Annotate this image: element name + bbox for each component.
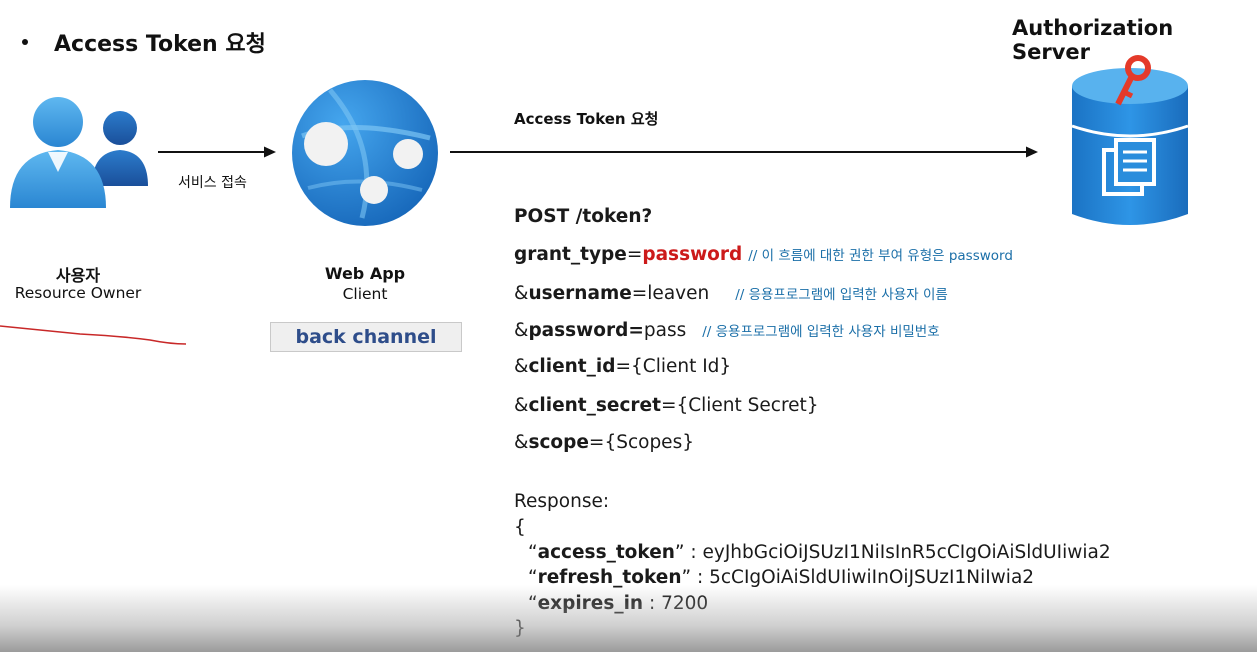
arrow-client-to-server <box>450 146 1038 158</box>
ampersand: & <box>514 356 529 377</box>
request-line-username: &username=leaven // 응용프로그램에 입력한 사용자 이름 <box>514 283 948 304</box>
param-key: client_id <box>528 356 616 377</box>
bullet-point <box>22 39 28 45</box>
slide-title-text: Access Token 요청 <box>54 32 266 57</box>
client-label-role: Client <box>342 285 388 303</box>
user-label-en: Resource Owner <box>14 284 142 302</box>
param-value: {Scopes} <box>604 432 694 453</box>
red-underline-annotation <box>0 325 187 345</box>
ampersand: & <box>514 432 529 453</box>
param-value: leaven <box>647 283 710 304</box>
post-endpoint: POST /token? <box>514 206 653 227</box>
web-app-globe-icon <box>292 80 438 226</box>
database-key-document-icon <box>1071 55 1189 225</box>
comment: // 이 흐름에 대한 권한 부여 유형은 password <box>748 248 1013 264</box>
request-line-scope: &scope={Scopes} <box>514 432 694 453</box>
param-key: username <box>528 283 632 304</box>
param-key: client_secret <box>528 395 661 416</box>
request-line-client-id: &client_id={Client Id} <box>514 356 731 377</box>
equals-sign: = <box>626 244 643 265</box>
request-line-password: &password=pass // 응용프로그램에 입력한 사용자 비밀번호 <box>514 320 940 341</box>
param-key: scope <box>528 432 589 453</box>
request-line-client-secret: &client_secret={Client Secret} <box>514 395 819 416</box>
bottom-shadow-overlay <box>0 585 1257 652</box>
request-line-grant-type: grant_type=password // 이 흐름에 대한 권한 부여 유형은… <box>514 244 1013 265</box>
response-open-brace: { <box>514 517 526 538</box>
param-value: pass <box>643 320 687 341</box>
client-label-app: Web App <box>324 264 406 283</box>
equals-sign: = <box>615 356 631 377</box>
back-channel-label: back channel <box>270 322 462 352</box>
param-value-highlight: password <box>642 244 743 265</box>
quote: “ <box>528 542 538 563</box>
equals-sign: = <box>660 395 677 416</box>
ampersand: & <box>514 395 529 416</box>
comment: // 응용프로그램에 입력한 사용자 이름 <box>735 287 948 303</box>
ampersand: & <box>514 283 529 304</box>
param-value: {Client Secret} <box>676 395 819 416</box>
response-access-token: “access_token” : eyJhbGciOiJSUzI1NiIsInR… <box>528 542 1111 563</box>
comment: // 응용프로그램에 입력한 사용자 비밀번호 <box>702 324 940 340</box>
response-value: eyJhbGciOiJSUzI1NiIsInR5cCIgOiAiSldUIiwi… <box>702 542 1111 563</box>
users-icon <box>10 97 148 208</box>
ampersand: & <box>514 320 529 341</box>
param-key: grant_type <box>514 244 627 265</box>
param-key: password= <box>528 320 644 341</box>
arrow-user-to-client <box>158 146 276 158</box>
slide-title: Access Token 요청 <box>22 26 266 58</box>
response-key: access_token <box>537 542 675 563</box>
separator: ” : <box>674 542 703 563</box>
equals-sign: = <box>631 283 648 304</box>
response-label: Response: <box>514 491 610 512</box>
arrow-label-service-access: 서비스 접속 <box>178 175 247 191</box>
param-value: {Client Id} <box>631 356 732 377</box>
request-line-post: POST /token? <box>514 206 652 227</box>
equals-sign: = <box>588 432 605 453</box>
user-label-ko: 사용자 <box>55 266 101 285</box>
arrow-label-token-request: Access Token 요청 <box>514 110 659 128</box>
